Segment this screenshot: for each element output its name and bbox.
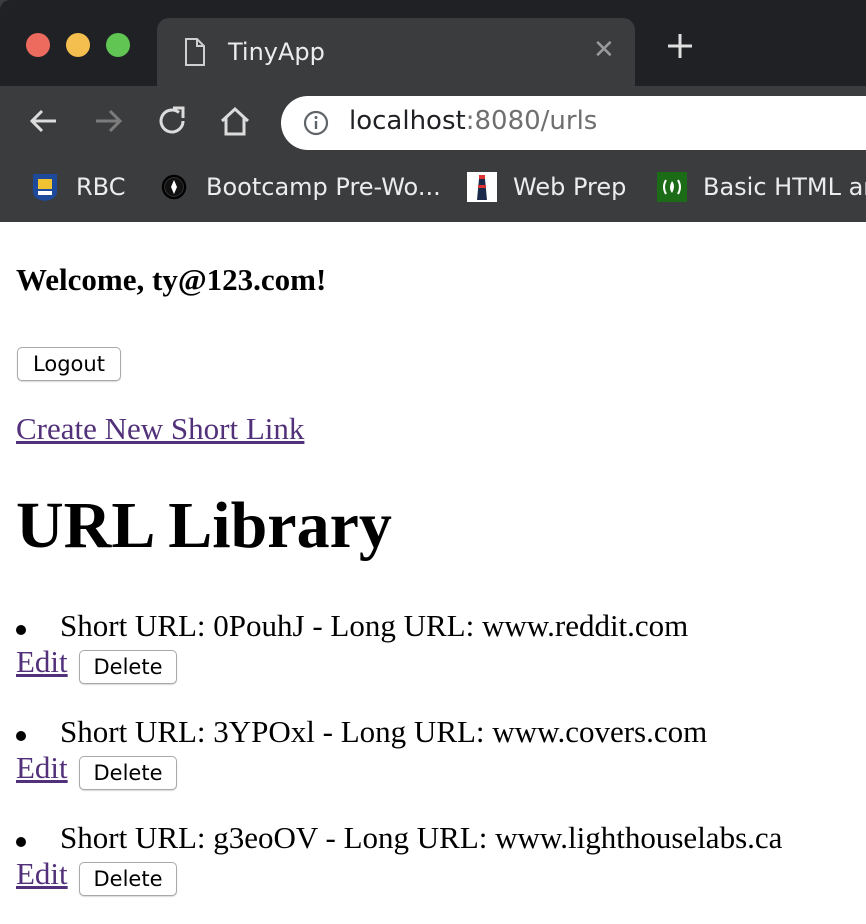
minimize-window-button[interactable] (66, 33, 90, 57)
close-window-button[interactable] (26, 33, 50, 57)
url-host: localhost (349, 106, 466, 136)
delete-button[interactable]: Delete (79, 756, 177, 790)
create-new-short-link[interactable]: Create New Short Link (16, 411, 304, 447)
lighthouse-icon (467, 172, 497, 202)
bullet (16, 837, 26, 847)
tab-title: TinyApp (228, 38, 325, 66)
page-icon (185, 38, 205, 66)
list-item: Short URL: 3YPOxl - Long URL: www.covers… (0, 714, 866, 794)
reload-icon[interactable] (155, 104, 189, 138)
page-content: Welcome, ty@123.com! Logout Create New S… (0, 222, 866, 924)
new-tab-icon[interactable] (664, 30, 696, 62)
page-title: URL Library (16, 489, 392, 562)
bullet (16, 625, 26, 635)
bookmark-label: RBC (76, 173, 126, 201)
rbc-logo-icon (33, 174, 57, 201)
logout-button[interactable]: Logout (17, 347, 121, 381)
url-text[interactable]: localhost:8080/urls (349, 106, 597, 136)
edit-link[interactable]: Edit (16, 644, 76, 680)
freecodecamp-icon (657, 172, 687, 202)
bullet (16, 731, 26, 741)
tab-tinyapp[interactable]: TinyApp ✕ (157, 18, 635, 86)
zoom-window-button[interactable] (106, 33, 130, 57)
bookmark-label: Web Prep (513, 173, 627, 201)
address-bar[interactable]: localhost:8080/urls (281, 96, 866, 150)
welcome-heading: Welcome, ty@123.com! (16, 262, 327, 297)
browser-chrome: TinyApp ✕ localhost:8080/urls RBC Bootca… (0, 0, 866, 222)
url-entry-text: Short URL: g3eoOV - Long URL: www.lighth… (60, 820, 783, 855)
list-item: Short URL: g3eoOV - Long URL: www.lighth… (0, 820, 866, 900)
list-item: Short URL: 0PouhJ - Long URL: www.reddit… (0, 608, 866, 688)
forward-icon[interactable] (91, 104, 125, 138)
bookmark-label: Bootcamp Pre-Wo... (206, 173, 441, 201)
back-icon[interactable] (27, 104, 61, 138)
edit-link[interactable]: Edit (16, 856, 76, 892)
delete-button[interactable]: Delete (79, 862, 177, 896)
bookmark-label: Basic HTML ar (703, 173, 866, 201)
delete-button[interactable]: Delete (79, 650, 177, 684)
edit-link[interactable]: Edit (16, 750, 76, 786)
url-entry-text: Short URL: 3YPOxl - Long URL: www.covers… (60, 714, 708, 749)
url-entry-text: Short URL: 0PouhJ - Long URL: www.reddit… (60, 608, 689, 643)
home-icon[interactable] (218, 104, 252, 138)
tab-strip: TinyApp ✕ (0, 0, 866, 86)
site-info-icon[interactable] (303, 110, 329, 136)
url-path: :8080/urls (465, 106, 598, 136)
bookmarks-bar: RBC Bootcamp Pre-Wo... Web Prep Basic HT… (0, 160, 866, 212)
compass-icon (161, 174, 187, 200)
close-tab-icon[interactable]: ✕ (593, 35, 615, 65)
